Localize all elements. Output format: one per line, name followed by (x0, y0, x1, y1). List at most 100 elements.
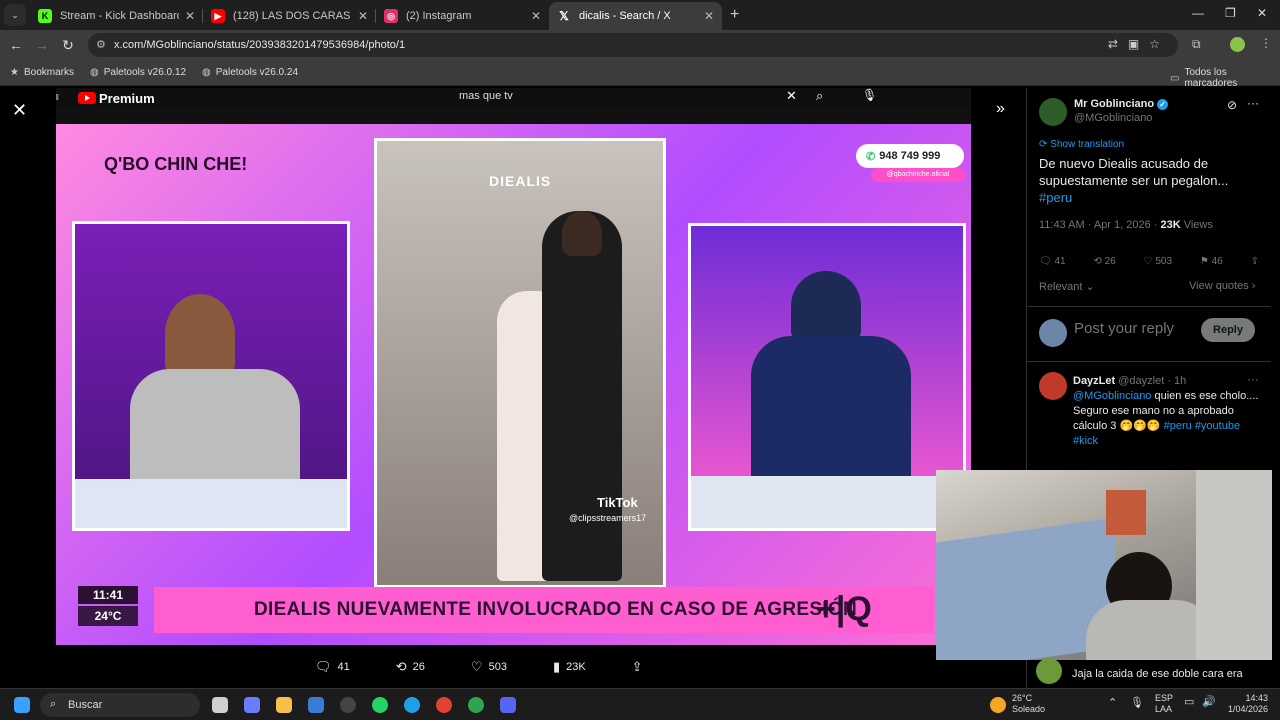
taskbar-search[interactable]: ⌕ Buscar (40, 693, 200, 717)
hashtag-link[interactable]: #peru (1039, 190, 1072, 205)
share-action[interactable]: ⇪ (632, 657, 649, 677)
tray-arrow-icon[interactable]: ⌃ (1108, 698, 1117, 709)
discord-icon[interactable] (500, 697, 516, 713)
youtube-icon: ▶ (211, 9, 225, 23)
tab-title: (128) LAS DOS CARAS DE L (233, 10, 352, 22)
mic-icon: 🎙 (862, 88, 878, 102)
reply-action[interactable]: 🗨 41 (315, 657, 350, 677)
file-explorer-icon[interactable] (276, 697, 292, 713)
globe-icon: ◍ (89, 67, 99, 78)
close-media-icon[interactable]: ✕ (12, 100, 27, 121)
share-icon[interactable]: ⇪ (1251, 256, 1259, 267)
app-icon[interactable] (340, 697, 356, 713)
sort-relevant[interactable]: Relevant ⌄ (1039, 280, 1095, 293)
more-icon[interactable]: ··· (1247, 96, 1259, 110)
view-quotes[interactable]: View quotes › (1189, 280, 1255, 292)
tab-youtube[interactable]: ▶ (128) LAS DOS CARAS DE L ✕ (203, 2, 376, 30)
reply-avatar[interactable] (1036, 658, 1062, 684)
author-avatar[interactable] (1039, 98, 1067, 126)
bookmarks-bar: ★ Bookmarks ◍ Paletools v26.0.12 ◍ Paletool… (0, 60, 1280, 89)
task-view-icon[interactable] (212, 697, 228, 713)
chrome-profile-icon[interactable] (468, 697, 484, 713)
store-icon[interactable] (308, 697, 324, 713)
tab-kick[interactable]: K Stream - Kick Dashboard ✕ (30, 2, 203, 30)
media-image[interactable]: ≡ Premium mas que tv ✕ ⌕ 🎙 Q'BO CHIN CHE… (56, 88, 971, 645)
tab-title: dicalis - Search / X (579, 10, 671, 22)
like-action[interactable]: ♡ 503 (471, 657, 507, 677)
tab-title: Stream - Kick Dashboard (60, 10, 179, 22)
bookmark-item[interactable]: ★ Bookmarks (10, 67, 74, 78)
extensions-icon[interactable]: ⧉ (1192, 37, 1201, 52)
omnibox-icons[interactable]: ⇄▣☆ (1108, 37, 1170, 51)
tab-close-icon[interactable]: ✕ (358, 9, 368, 23)
reply-item: DayzLet @dayzlet · 1h @MGoblinciano quie… (1073, 375, 1259, 447)
window-close-icon[interactable]: ✕ (1257, 6, 1267, 20)
new-tab-icon[interactable]: + (730, 6, 739, 24)
bookmark-item[interactable]: ◍ Paletools v26.0.24 (202, 67, 298, 78)
bookmark-item[interactable]: ◍ Paletools v26.0.12 (90, 67, 186, 78)
weather-widget[interactable]: 26°C Soleado (1012, 693, 1045, 715)
instagram-handle: @qbochinche.oficial (871, 168, 965, 182)
site-info-icon[interactable]: ⚙ (96, 38, 106, 51)
chrome-icon[interactable] (436, 697, 452, 713)
grok-icon[interactable]: ⊘ (1227, 98, 1237, 112)
weather-icon[interactable] (990, 697, 1006, 713)
author-handle[interactable]: @MGoblinciano (1074, 112, 1152, 124)
reply-input[interactable]: Post your reply (1074, 320, 1174, 337)
video-frame: Q'BO CHIN CHE! ✆ 948 749 999 @qbochinche.… (56, 124, 971, 645)
address-bar[interactable]: ⚙ x.com/MGoblinciano/status/203938320147… (88, 33, 1178, 57)
tab-close-icon[interactable]: ✕ (704, 9, 714, 23)
show-logo: Q'BO CHIN CHE! (104, 154, 248, 174)
verified-icon: ✓ (1157, 99, 1169, 110)
collapse-panel-icon[interactable]: » (996, 100, 1005, 118)
minimize-icon[interactable]: — (1192, 6, 1204, 20)
youtube-search-text: mas que tv (459, 90, 513, 102)
volume-icon[interactable]: 🔊 (1202, 697, 1216, 708)
whatsapp-icon[interactable] (372, 697, 388, 713)
tab-search-button[interactable]: ⌄ (4, 4, 26, 26)
tab-strip: ⌄ K Stream - Kick Dashboard ✕ ▶ (128) LA… (0, 0, 1280, 30)
reply-avatar[interactable] (1039, 372, 1067, 400)
center-clip-panel: DIEALIS TikTok @clipsstreamers17 (374, 138, 666, 588)
tiktok-handle: @clipsstreamers17 (569, 513, 647, 523)
reload-icon[interactable]: ↻ (55, 37, 81, 54)
my-avatar (1039, 319, 1067, 347)
x-icon: 𝕏 (559, 9, 569, 23)
copilot-icon[interactable] (244, 697, 260, 713)
youtube-logo: Premium (78, 91, 155, 106)
show-translation[interactable]: ⟳ Show translation (1039, 139, 1124, 150)
all-bookmarks[interactable]: ▭ Todos los marcadores (1170, 67, 1274, 89)
reply-button[interactable]: Reply (1201, 318, 1255, 342)
tab-x-search[interactable]: 𝕏 dicalis - Search / X ✕ (549, 2, 722, 30)
bookmark-count[interactable]: ⚑ 46 (1200, 256, 1223, 267)
menu-icon[interactable]: ⋮ (1260, 36, 1272, 50)
repost-count[interactable]: ⟲ 26 (1093, 256, 1115, 267)
bar-chart-icon: ▮ (552, 659, 561, 674)
tab-close-icon[interactable]: ✕ (531, 9, 541, 23)
address-toolbar: ← → ↻ ⚙ x.com/MGoblinciano/status/203938… (0, 30, 1280, 60)
tab-close-icon[interactable]: ✕ (185, 9, 195, 23)
clock[interactable]: 14:43 1/04/2026 (1220, 693, 1268, 715)
repost-action[interactable]: ⟲ 26 (396, 657, 425, 677)
share-icon: ⇪ (631, 659, 643, 674)
youtube-header: ≡ Premium mas que tv ✕ ⌕ 🎙 (56, 88, 971, 108)
reply-count[interactable]: 🗨 41 (1039, 256, 1066, 267)
profile-avatar[interactable] (1230, 37, 1245, 52)
start-icon[interactable] (14, 697, 30, 713)
views-action[interactable]: ▮ 23K (553, 657, 586, 677)
reply-composer: Post your reply Reply (1027, 306, 1271, 362)
author-name[interactable]: Mr Goblinciano ✓ (1074, 98, 1169, 110)
heart-icon: ♡ (470, 659, 483, 674)
tab-instagram[interactable]: ◎ (2) Instagram ✕ (376, 2, 549, 30)
edge-icon[interactable] (404, 697, 420, 713)
forward-icon[interactable]: → (29, 37, 55, 53)
media-actions: 🗨 41 ⟲ 26 ♡ 503 ▮ 23K ⇪ (300, 657, 740, 677)
left-host-panel (72, 221, 350, 531)
like-count[interactable]: ♡ 503 (1144, 256, 1172, 267)
back-icon[interactable]: ← (3, 37, 29, 53)
restore-icon[interactable]: ❐ (1225, 6, 1236, 20)
mic-icon[interactable]: 🎙 (1130, 698, 1144, 709)
language-indicator[interactable]: ESP LAA (1155, 693, 1173, 715)
network-icon[interactable]: ▭ (1184, 697, 1194, 708)
star-icon: ★ (10, 67, 19, 78)
